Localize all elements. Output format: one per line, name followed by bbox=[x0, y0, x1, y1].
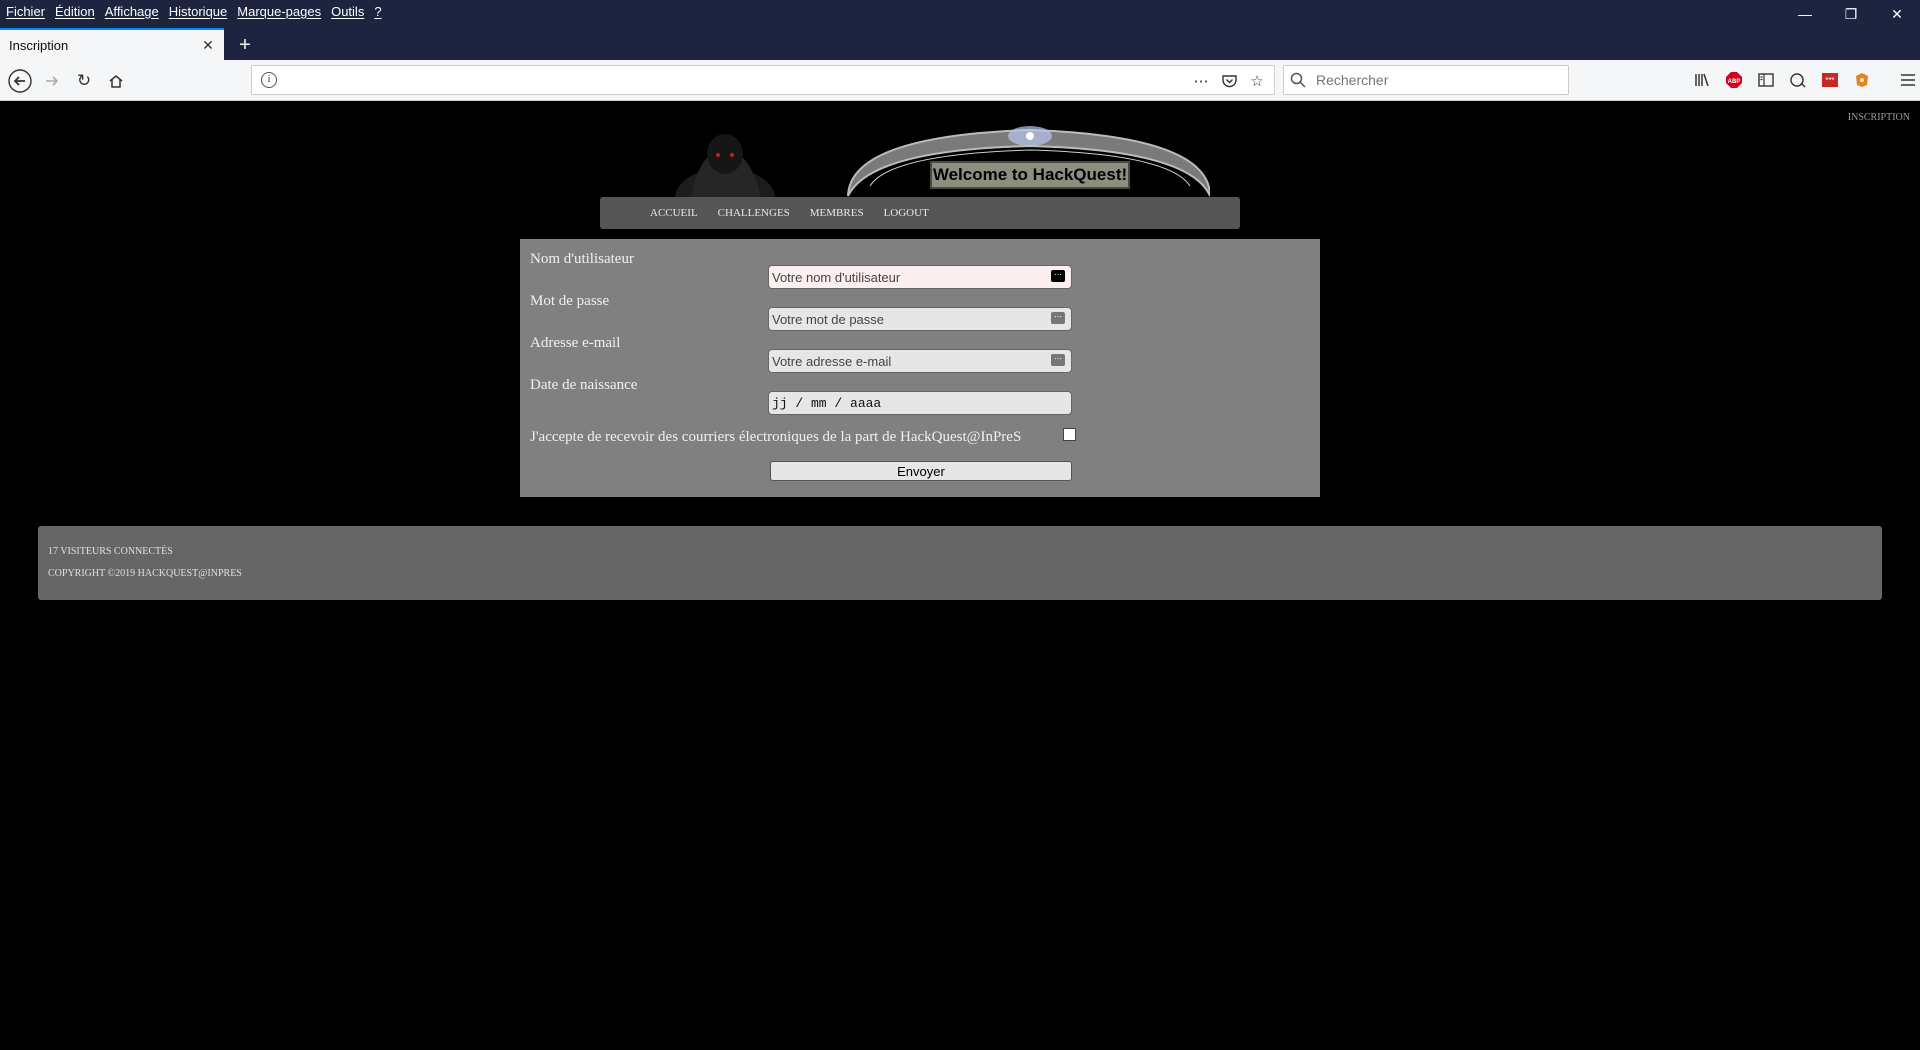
password-label: Mot de passe bbox=[530, 293, 610, 309]
tab-title: Inscription bbox=[9, 37, 69, 53]
bookmark-star-icon[interactable]: ☆ bbox=[1246, 70, 1268, 92]
email-input[interactable]: Votre adresse e-mail ⋯ bbox=[768, 349, 1072, 373]
menu-historique[interactable]: Historique bbox=[169, 4, 228, 19]
close-tab-icon[interactable]: ✕ bbox=[198, 37, 218, 54]
main-navigation: ACCUEIL CHALLENGES MEMBRES LOGOUT bbox=[600, 197, 1240, 229]
menu-fichier[interactable]: Fichier bbox=[6, 4, 45, 19]
nav-accueil[interactable]: ACCUEIL bbox=[650, 207, 698, 219]
navigation-toolbar: ↻ i ⋯ ☆ ABP *** bbox=[0, 60, 1920, 101]
nav-challenges[interactable]: CHALLENGES bbox=[718, 207, 790, 219]
password-fill-icon[interactable]: ⋯ bbox=[1051, 312, 1065, 324]
new-tab-icon[interactable]: + bbox=[232, 32, 258, 58]
adblock-icon[interactable]: ABP bbox=[1722, 68, 1746, 92]
menu-marque-pages[interactable]: Marque-pages bbox=[237, 4, 321, 19]
page-viewport: INSCRIPTION Welcome to HackQuest! ACCUEI… bbox=[0, 102, 1920, 1050]
reload-icon[interactable]: ↻ bbox=[70, 67, 98, 95]
search-icon bbox=[1290, 72, 1316, 88]
menu-bar: Fichier Édition Affichage Historique Mar… bbox=[0, 0, 1920, 22]
email-placeholder: Votre adresse e-mail bbox=[772, 353, 892, 369]
birthdate-input[interactable]: jj / mm / aaaa bbox=[768, 391, 1072, 415]
info-icon[interactable]: i bbox=[261, 72, 277, 88]
home-icon[interactable] bbox=[102, 67, 130, 95]
more-icon[interactable]: ⋯ bbox=[1190, 70, 1212, 92]
nav-membres[interactable]: MEMBRES bbox=[810, 207, 864, 219]
screenshot-icon[interactable] bbox=[1786, 68, 1810, 92]
password-fill-icon[interactable]: ⋯ bbox=[1051, 270, 1065, 282]
search-input[interactable] bbox=[1316, 72, 1556, 88]
svg-text:***: *** bbox=[1825, 76, 1834, 85]
sidebar-icon[interactable] bbox=[1754, 68, 1778, 92]
tab-bar: Inscription ✕ + bbox=[0, 22, 1920, 60]
password-input[interactable]: Votre mot de passe ⋯ bbox=[768, 307, 1072, 331]
forward-icon[interactable] bbox=[38, 67, 66, 95]
menu-edition[interactable]: Édition bbox=[55, 4, 95, 19]
library-icon[interactable] bbox=[1690, 68, 1714, 92]
toolbar-icons: ABP *** bbox=[1690, 68, 1920, 92]
menu-help[interactable]: ? bbox=[374, 4, 381, 19]
consent-checkbox[interactable] bbox=[1063, 428, 1076, 441]
visitors-count: 17 VISITEURS CONNECTÉS bbox=[48, 546, 173, 557]
copyright: COPYRIGHT ©2019 HACKQUEST@INPRES bbox=[48, 568, 242, 579]
tab-inscription[interactable]: Inscription ✕ bbox=[0, 28, 224, 60]
menu-outils[interactable]: Outils bbox=[331, 4, 364, 19]
page-footer: 17 VISITEURS CONNECTÉS COPYRIGHT ©2019 H… bbox=[38, 526, 1882, 600]
search-bar[interactable] bbox=[1283, 65, 1569, 95]
email-label: Adresse e-mail bbox=[530, 335, 621, 351]
menu-affichage[interactable]: Affichage bbox=[105, 4, 159, 19]
svg-text:ABP: ABP bbox=[1728, 79, 1741, 85]
password-manager-icon[interactable]: *** bbox=[1818, 68, 1842, 92]
url-bar[interactable]: i ⋯ ☆ bbox=[251, 65, 1275, 95]
birthdate-placeholder: jj / mm / aaaa bbox=[772, 395, 882, 411]
username-input[interactable]: Votre nom d'utilisateur ⋯ bbox=[768, 265, 1072, 289]
username-placeholder: Votre nom d'utilisateur bbox=[772, 269, 901, 285]
registration-form: Nom d'utilisateur Votre nom d'utilisateu… bbox=[520, 239, 1320, 497]
consent-label: J'accepte de recevoir des courriers élec… bbox=[530, 429, 1022, 445]
welcome-banner: Welcome to HackQuest! bbox=[930, 161, 1130, 189]
inscription-link[interactable]: INSCRIPTION bbox=[1848, 112, 1910, 123]
hamburger-menu-icon[interactable] bbox=[1896, 68, 1920, 92]
password-fill-icon[interactable]: ⋯ bbox=[1051, 354, 1065, 366]
birthdate-label: Date de naissance bbox=[530, 377, 638, 393]
extension-icon[interactable] bbox=[1850, 68, 1874, 92]
nav-logout[interactable]: LOGOUT bbox=[884, 207, 929, 219]
submit-button[interactable]: Envoyer bbox=[770, 461, 1072, 481]
username-label: Nom d'utilisateur bbox=[530, 251, 634, 267]
pocket-icon[interactable] bbox=[1218, 70, 1240, 92]
password-placeholder: Votre mot de passe bbox=[772, 311, 885, 327]
back-icon[interactable] bbox=[6, 67, 34, 95]
